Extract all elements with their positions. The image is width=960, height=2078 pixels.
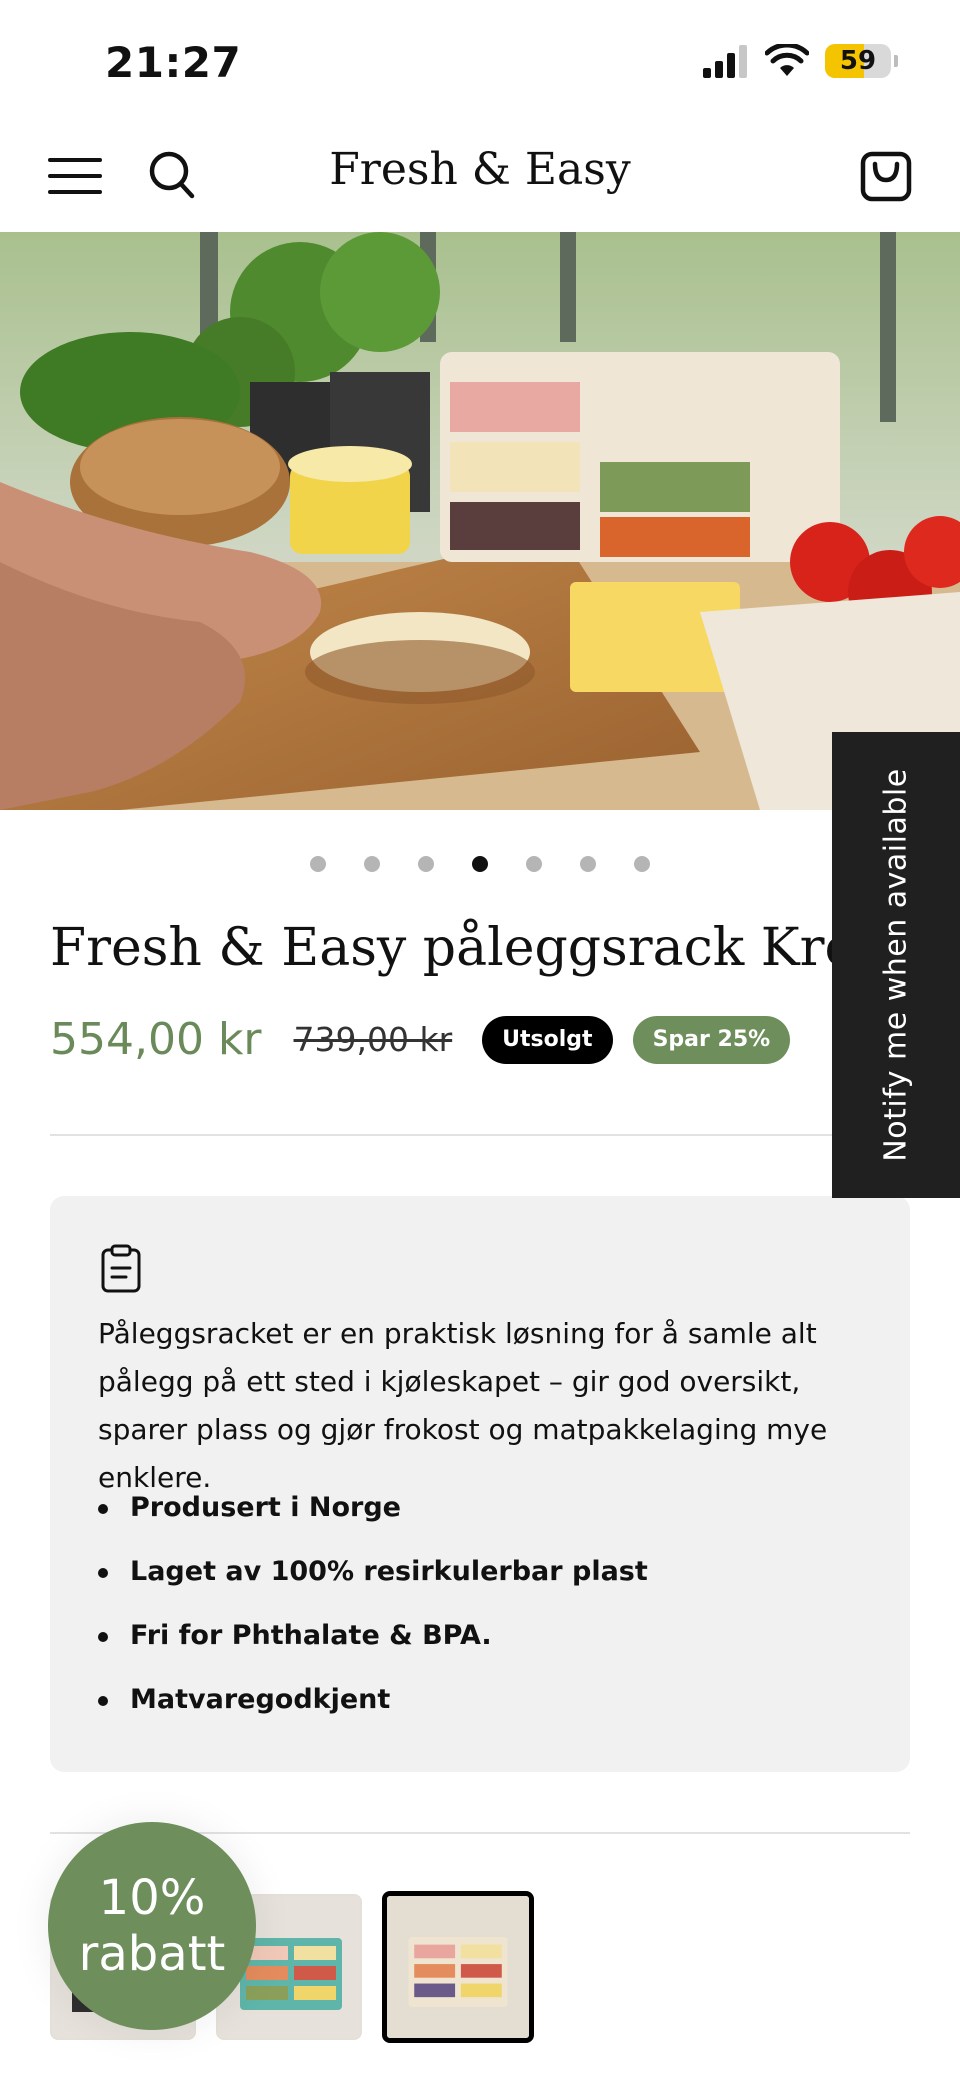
feature-item: Matvaregodkjent: [98, 1668, 648, 1732]
price-row: 554,00 kr 739,00 kr Utsolgt Spar 25%: [50, 1014, 810, 1065]
feature-item: Fri for Phthalate & BPA.: [98, 1604, 648, 1668]
wifi-icon: [765, 44, 809, 76]
cart-button[interactable]: [860, 146, 912, 202]
battery-tip: [894, 55, 898, 67]
battery-level: 59: [839, 46, 877, 76]
status-icons: 59: [701, 44, 898, 78]
product-description: Påleggsracket er en praktisk løsning for…: [98, 1317, 828, 1494]
carousel-dot[interactable]: [364, 856, 380, 872]
notify-me-label: Notify me when available: [878, 768, 914, 1162]
discount-popup-button[interactable]: 10% rabatt: [48, 1822, 256, 2030]
feature-item: Laget av 100% resirkulerbar plast: [98, 1540, 648, 1604]
carousel-dot[interactable]: [310, 856, 326, 872]
discount-percent: 10%: [98, 1870, 206, 1926]
carousel-dot[interactable]: [634, 856, 650, 872]
status-bar: 21:27 59: [0, 0, 960, 120]
feature-item: Produsert i Norge: [98, 1476, 648, 1540]
variant-thumbnail-3[interactable]: [382, 1891, 534, 2043]
product-photo: [0, 232, 960, 810]
carousel-dots: [0, 856, 960, 872]
carousel-dot[interactable]: [580, 856, 596, 872]
carousel-dot[interactable]: [418, 856, 434, 872]
sold-out-badge: Utsolgt: [482, 1015, 613, 1064]
compare-price: 739,00 kr: [293, 1020, 453, 1059]
signal-icon: [703, 45, 747, 78]
site-header: Fresh & Easy: [0, 120, 960, 232]
product-hero-image[interactable]: [0, 232, 960, 810]
carousel-dot[interactable]: [526, 856, 542, 872]
feature-list: Produsert i Norge Laget av 100% resirkul…: [98, 1476, 648, 1732]
sale-price: 554,00 kr: [50, 1014, 262, 1065]
clipboard-icon: [101, 1244, 141, 1293]
divider: [50, 1134, 910, 1136]
brand-logo[interactable]: Fresh & Easy: [329, 144, 630, 195]
notify-me-button[interactable]: Notify me when available: [832, 732, 960, 1198]
discount-label: rabatt: [78, 1926, 226, 1982]
product-title: Fresh & Easy påleggsrack Kremhvit: [50, 918, 960, 978]
carousel-dot[interactable]: [472, 856, 488, 872]
save-badge: Spar 25%: [632, 1015, 791, 1064]
product-info-box: Påleggsracket er en praktisk løsning for…: [50, 1196, 910, 1772]
status-time: 21:27: [105, 38, 242, 87]
battery-icon: 59: [825, 44, 891, 78]
shopping-bag-icon: [860, 151, 912, 202]
variant-image: [387, 1896, 529, 2038]
